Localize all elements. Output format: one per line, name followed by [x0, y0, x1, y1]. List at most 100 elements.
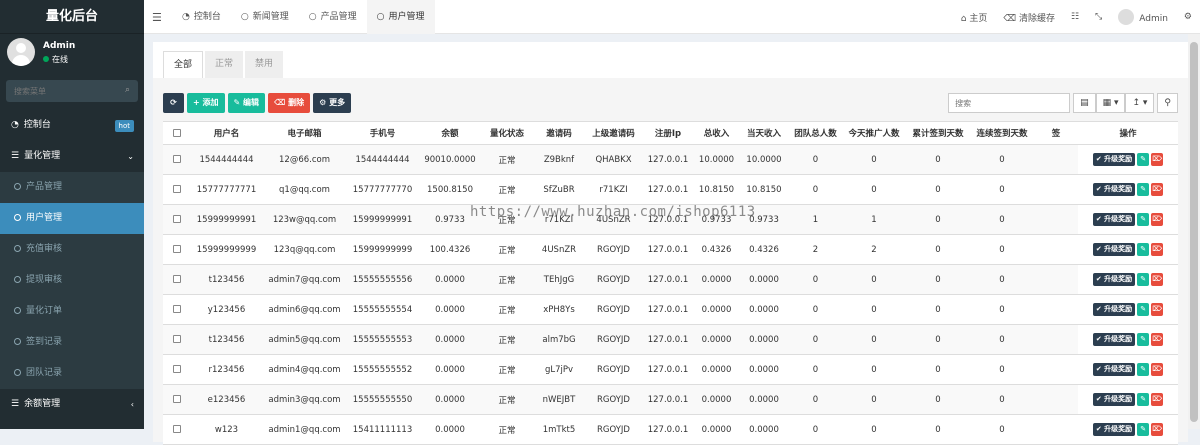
delete-button[interactable]: ⌫ 删除	[268, 93, 311, 113]
column-header[interactable]: 操作	[1078, 121, 1178, 145]
row-edit-button[interactable]: ✎	[1137, 423, 1150, 436]
column-header[interactable]: 签	[1034, 121, 1078, 145]
column-header[interactable]: 连续签到天数	[970, 121, 1034, 145]
row-delete-button[interactable]: ⌦	[1151, 243, 1164, 256]
column-header[interactable]: 手机号	[346, 121, 419, 145]
column-header[interactable]: 团队总人数	[789, 121, 842, 145]
column-header[interactable]: 当天收入	[739, 121, 789, 145]
sidebar-item-2[interactable]: 产品管理	[0, 172, 144, 203]
column-header[interactable]: 上级邀请码	[585, 121, 642, 145]
sidebar-item-5[interactable]: 提现审核	[0, 265, 144, 296]
row-delete-button[interactable]: ⌦	[1151, 333, 1164, 346]
menu-search-input[interactable]	[6, 80, 138, 102]
upgrade-reward-button[interactable]: ✔ 升级奖励	[1092, 213, 1136, 226]
table-row[interactable]: r123456 admin4@qq.com 15555555552 0.0000 正常 g…	[163, 354, 1178, 385]
table-row[interactable]: t123456 admin7@qq.com 15555555556 0.0000 正常 T…	[163, 264, 1178, 295]
row-checkbox[interactable]	[172, 215, 181, 223]
row-checkbox[interactable]	[172, 155, 181, 163]
row-delete-button[interactable]: ⌦	[1151, 423, 1164, 436]
row-edit-button[interactable]: ✎	[1137, 363, 1150, 376]
fullscreen-icon[interactable]: ⤡	[1087, 12, 1110, 22]
row-delete-button[interactable]: ⌦	[1151, 273, 1164, 286]
menu-toggle-icon[interactable]: ☰	[152, 11, 162, 24]
sidebar-item-7[interactable]: 签到记录	[0, 327, 144, 358]
page-scrollbar[interactable]	[1188, 34, 1200, 429]
column-header[interactable]: 总收入	[694, 121, 739, 145]
column-header[interactable]: 邀请码	[533, 121, 585, 145]
table-row[interactable]: w123 admin1@qq.com 15411111113 0.0000 正常 1mTk…	[163, 414, 1178, 445]
select-all-checkbox[interactable]	[172, 128, 181, 137]
row-checkbox[interactable]	[172, 305, 181, 313]
row-edit-button[interactable]: ✎	[1137, 183, 1150, 196]
refresh-button[interactable]: ⟳	[163, 93, 184, 113]
user-menu[interactable]: Admin	[1110, 9, 1176, 25]
more-button[interactable]: ⚙ 更多	[313, 93, 352, 113]
column-header[interactable]: 量化状态	[481, 121, 533, 145]
row-delete-button[interactable]: ⌦	[1151, 183, 1164, 196]
status-tab-0[interactable]: 全部	[163, 51, 204, 78]
upgrade-reward-button[interactable]: ✔ 升级奖励	[1092, 273, 1136, 286]
nav-tab-1[interactable]: ○ 新闻管理	[231, 0, 299, 34]
nav-tab-3[interactable]: ○ 用户管理	[366, 0, 435, 34]
upgrade-reward-button[interactable]: ✔ 升级奖励	[1092, 393, 1136, 406]
column-header[interactable]: 累计签到天数	[906, 121, 970, 145]
table-row[interactable]: e123456 admin3@qq.com 15555555550 0.0000 正常 n…	[163, 384, 1178, 415]
status-tab-1[interactable]: 正常	[205, 51, 244, 78]
sidebar-item-8[interactable]: 团队记录	[0, 358, 144, 389]
column-header[interactable]: 注册Ip	[642, 121, 694, 145]
add-button[interactable]: + 添加	[187, 93, 225, 113]
table-row[interactable]: 15777777771 q1@qq.com 15777777770 1500.8150…	[163, 174, 1178, 205]
row-delete-button[interactable]: ⌦	[1151, 363, 1164, 376]
clear-cache-link[interactable]: ⌫ 清除缓存	[995, 11, 1063, 24]
upgrade-reward-button[interactable]: ✔ 升级奖励	[1092, 333, 1136, 346]
app-logo[interactable]: 量化后台	[0, 0, 144, 34]
row-checkbox[interactable]	[172, 245, 181, 253]
language-icon[interactable]: ☷	[1063, 12, 1087, 22]
row-edit-button[interactable]: ✎	[1137, 333, 1150, 346]
upgrade-reward-button[interactable]: ✔ 升级奖励	[1092, 363, 1136, 376]
row-edit-button[interactable]: ✎	[1137, 213, 1150, 226]
toggle-view-button[interactable]: ▤	[1073, 93, 1096, 113]
search-icon[interactable]: ⌕	[125, 85, 130, 95]
column-header[interactable]: 电子邮箱	[263, 121, 346, 145]
row-checkbox[interactable]	[172, 185, 181, 193]
upgrade-reward-button[interactable]: ✔ 升级奖励	[1092, 243, 1136, 256]
column-header[interactable]: 今天推广人数	[842, 121, 906, 145]
upgrade-reward-button[interactable]: ✔ 升级奖励	[1092, 183, 1136, 196]
sidebar-item-1[interactable]: ☰ 量化管理 ⌄	[0, 141, 144, 172]
sidebar-item-3[interactable]: 用户管理	[0, 203, 144, 234]
sidebar-item-4[interactable]: 充值审核	[0, 234, 144, 265]
row-checkbox[interactable]	[172, 425, 181, 433]
table-row[interactable]: t123456 admin5@qq.com 15555555553 0.0000 正常 a…	[163, 324, 1178, 355]
nav-tab-0[interactable]: ◔ 控制台	[172, 0, 231, 34]
row-delete-button[interactable]: ⌦	[1151, 393, 1164, 406]
row-checkbox[interactable]	[172, 365, 181, 373]
sidebar-item-6[interactable]: 量化订单	[0, 296, 144, 327]
status-tab-2[interactable]: 禁用	[245, 51, 284, 78]
edit-button[interactable]: ✎ 编辑	[227, 93, 265, 113]
scrollbar-thumb[interactable]	[1190, 42, 1198, 422]
row-checkbox[interactable]	[172, 335, 181, 343]
nav-tab-2[interactable]: ○ 产品管理	[299, 0, 367, 34]
advanced-search-button[interactable]: ⚲	[1157, 93, 1178, 113]
row-delete-button[interactable]: ⌦	[1151, 303, 1164, 316]
sidebar-item-0[interactable]: ◔ 控制台 hot	[0, 110, 144, 141]
row-delete-button[interactable]: ⌦	[1151, 153, 1164, 166]
upgrade-reward-button[interactable]: ✔ 升级奖励	[1092, 303, 1136, 316]
upgrade-reward-button[interactable]: ✔ 升级奖励	[1092, 423, 1136, 436]
row-edit-button[interactable]: ✎	[1137, 273, 1150, 286]
table-row[interactable]: 1544444444 12@66.com 1544444444 90010.0000 正…	[163, 144, 1178, 175]
table-row[interactable]: 15999999991 123w@qq.com 15999999991 0.9733 正…	[163, 204, 1178, 235]
home-link[interactable]: ⌂ 主页	[953, 11, 996, 24]
upgrade-reward-button[interactable]: ✔ 升级奖励	[1092, 153, 1136, 166]
sidebar-item-9[interactable]: ☰ 余额管理 ‹	[0, 389, 144, 420]
row-edit-button[interactable]: ✎	[1137, 393, 1150, 406]
row-delete-button[interactable]: ⌦	[1151, 213, 1164, 226]
export-button[interactable]: ↥ ▾	[1125, 93, 1155, 113]
table-search-input[interactable]	[948, 93, 1071, 113]
column-header[interactable]: 余额	[419, 121, 481, 145]
table-row[interactable]: y123456 admin6@qq.com 15555555554 0.0000 正常 x…	[163, 294, 1178, 325]
row-edit-button[interactable]: ✎	[1137, 153, 1150, 166]
row-checkbox[interactable]	[172, 395, 181, 403]
settings-icon[interactable]: ⚙	[1176, 12, 1200, 22]
